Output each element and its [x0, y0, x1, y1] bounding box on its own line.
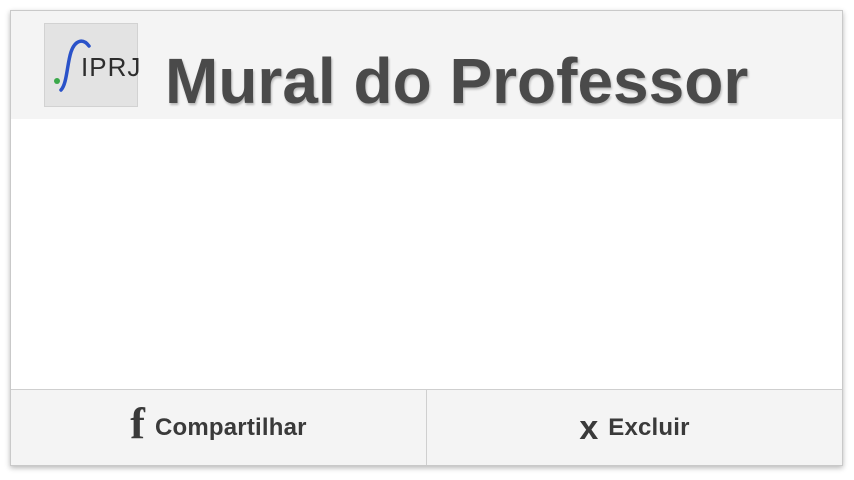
facebook-icon: f — [130, 399, 145, 448]
share-label: Compartilhar — [154, 414, 307, 441]
logo-text: IPRJ — [81, 52, 142, 82]
close-icon: x — [579, 409, 599, 447]
logo-dot — [54, 78, 60, 84]
card-header: IPRJ Mural do Professor — [11, 11, 842, 119]
share-button[interactable]: f Compartilhar — [11, 390, 426, 465]
iprj-logo: IPRJ — [44, 23, 142, 107]
post-card: IPRJ Mural do Professor f Compartilhar x… — [10, 10, 843, 466]
card-actions: f Compartilhar x Excluir — [11, 389, 842, 465]
page-title: Mural do Professor — [165, 45, 749, 117]
post-content-area — [11, 119, 842, 389]
delete-label: Excluir — [608, 414, 690, 441]
delete-button[interactable]: x Excluir — [426, 390, 842, 465]
